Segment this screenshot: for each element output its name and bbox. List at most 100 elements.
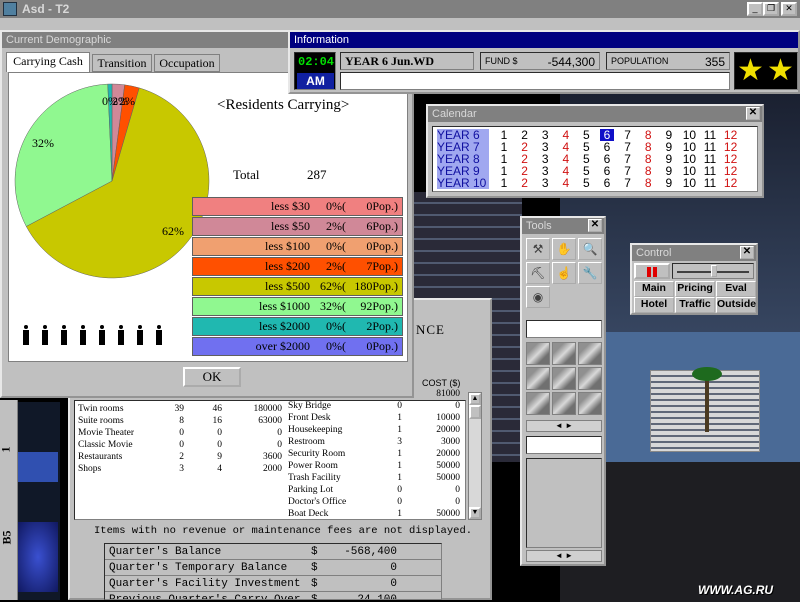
hand-grab-icon[interactable]: ✋	[552, 238, 576, 260]
speed-slider-thumb[interactable]	[711, 265, 717, 277]
legend-percent: 2%(	[326, 219, 346, 233]
information-titlebar[interactable]: Information	[290, 32, 798, 48]
tools-titlebar[interactable]: Tools ✕	[522, 218, 604, 234]
finance-item-value: 0	[179, 428, 184, 438]
calendar-close-button[interactable]: ✕	[746, 107, 760, 120]
tool-grid: ⚒ ✋ 🔍 ⛏ ☝ 🔧 ◉	[526, 238, 602, 308]
facility-icon[interactable]	[578, 342, 602, 365]
calendar-titlebar[interactable]: Calendar ✕	[428, 106, 762, 122]
tools-close-button[interactable]: ✕	[588, 219, 602, 232]
speed-slider[interactable]	[672, 263, 754, 279]
star-icon: ★	[737, 54, 764, 87]
person-icon	[42, 325, 48, 345]
finance-facility-name: Doctor's Office	[288, 497, 347, 507]
close-button[interactable]: ✕	[781, 2, 797, 16]
control-button-eval[interactable]: Eval	[716, 281, 756, 297]
legend-percent: 32%(	[320, 299, 346, 313]
calendar-month-cell[interactable]: 3	[538, 177, 552, 189]
legend-population: 0Pop.)	[366, 199, 398, 213]
legend-population: 6Pop.)	[366, 219, 398, 233]
facility-icon[interactable]	[526, 392, 550, 415]
finance-item-name: Restaurants	[78, 452, 123, 462]
maximize-button[interactable]: ❐	[763, 2, 779, 16]
finance-facility-name: Restroom	[288, 437, 325, 447]
person-icon	[118, 325, 124, 345]
hammer-icon[interactable]: ⚒	[526, 238, 550, 260]
legend-label: less $200	[265, 259, 310, 273]
control-button-outside[interactable]: Outside	[716, 297, 756, 313]
calendar-month-cell[interactable]: 10	[682, 177, 696, 189]
legend-label: over $2000	[255, 339, 310, 353]
crane-icon[interactable]: ⛏	[526, 262, 550, 284]
finance-header-fragment: NCE	[416, 322, 445, 337]
facility-icon[interactable]	[526, 367, 550, 390]
summary-label: Quarter's Balance	[109, 546, 222, 558]
finance-facility-value: 81000	[436, 389, 460, 399]
calendar-month-cell[interactable]: 4	[559, 177, 573, 189]
finance-summary-row: Quarter's Temporary Balance $0	[105, 561, 441, 576]
calendar-month-cell[interactable]: 9	[662, 177, 676, 189]
wrench-icon[interactable]: 🔧	[578, 262, 602, 284]
calendar-month-cell[interactable]: 8	[641, 177, 655, 189]
summary-value: -568,400	[344, 546, 397, 558]
control-buttons: Main Pricing Eval Hotel Traffic Outside	[634, 281, 756, 313]
calendar-year-label[interactable]: YEAR 10	[437, 177, 489, 189]
facility-icon[interactable]	[578, 392, 602, 415]
calendar-month-cell[interactable]: 7	[621, 177, 635, 189]
tools-scroll-bottom[interactable]: ◄ ►	[526, 550, 602, 562]
finance-facility-name: Trash Facility	[288, 473, 341, 483]
finance-item-value: 0	[277, 440, 282, 450]
facility-icon[interactable]	[552, 367, 576, 390]
finance-scrollbar[interactable]: ▲ ▼	[468, 392, 482, 520]
star-icon: ★	[767, 54, 794, 87]
tab-transition[interactable]: Transition	[92, 54, 152, 72]
control-button-pricing[interactable]: Pricing	[675, 281, 715, 297]
finance-facility-value: 1	[397, 425, 402, 435]
scroll-up-arrow[interactable]: ▲	[469, 393, 481, 405]
calendar-month-cell[interactable]: 5	[579, 177, 593, 189]
scroll-down-arrow[interactable]: ▼	[469, 507, 481, 519]
control-button-hotel[interactable]: Hotel	[634, 297, 674, 313]
tools-list	[526, 458, 602, 548]
app-icon	[3, 2, 17, 16]
calendar-month-cell[interactable]: 2	[518, 177, 532, 189]
finance-item-value: 3600	[263, 452, 282, 462]
camera-icon[interactable]: ◉	[526, 286, 550, 308]
tab-carrying-cash[interactable]: Carrying Cash	[6, 52, 90, 72]
calendar-month-cell[interactable]: 1	[497, 177, 511, 189]
scroll-thumb[interactable]	[469, 405, 481, 419]
finance-item-value: 0	[277, 428, 282, 438]
tools-scroll[interactable]: ◄ ►	[526, 420, 602, 432]
calendar-month-cell[interactable]: 6	[600, 177, 614, 189]
magnifier-icon[interactable]: 🔍	[578, 238, 602, 260]
app-title: Asd - T2	[22, 2, 70, 16]
control-close-button[interactable]: ✕	[740, 246, 754, 259]
facility-icon[interactable]	[552, 342, 576, 365]
facility-icon[interactable]	[552, 392, 576, 415]
control-titlebar[interactable]: Control ✕	[632, 245, 756, 261]
population-label: POPULATION	[611, 56, 669, 66]
star-rating: ★ ★	[734, 52, 798, 90]
facility-grid	[526, 342, 602, 418]
summary-value: 0	[390, 578, 397, 590]
legend-label: less $1000	[259, 299, 310, 313]
control-button-traffic[interactable]: Traffic	[675, 297, 715, 313]
population-field: POPULATION 355	[606, 52, 730, 70]
pause-button[interactable]	[634, 263, 670, 279]
fund-label: FUND $	[485, 56, 518, 66]
finance-item-value: 2	[179, 452, 184, 462]
control-button-main[interactable]: Main	[634, 281, 674, 297]
legend-population: 0Pop.)	[366, 239, 398, 253]
legend-label: less $30	[271, 199, 310, 213]
ok-button[interactable]: OK	[183, 367, 241, 387]
person-icon	[99, 325, 105, 345]
person-icon	[156, 325, 162, 345]
calendar-month-cell[interactable]: 11	[703, 177, 717, 189]
calendar-month-cell[interactable]: 12	[724, 177, 738, 189]
tab-occupation[interactable]: Occupation	[154, 54, 220, 72]
facility-icon[interactable]	[526, 342, 550, 365]
hand-icon[interactable]: ☝	[552, 262, 576, 284]
minimize-button[interactable]: _	[747, 2, 763, 16]
facility-icon[interactable]	[578, 367, 602, 390]
finance-facility-name: Parking Lot	[288, 485, 334, 495]
